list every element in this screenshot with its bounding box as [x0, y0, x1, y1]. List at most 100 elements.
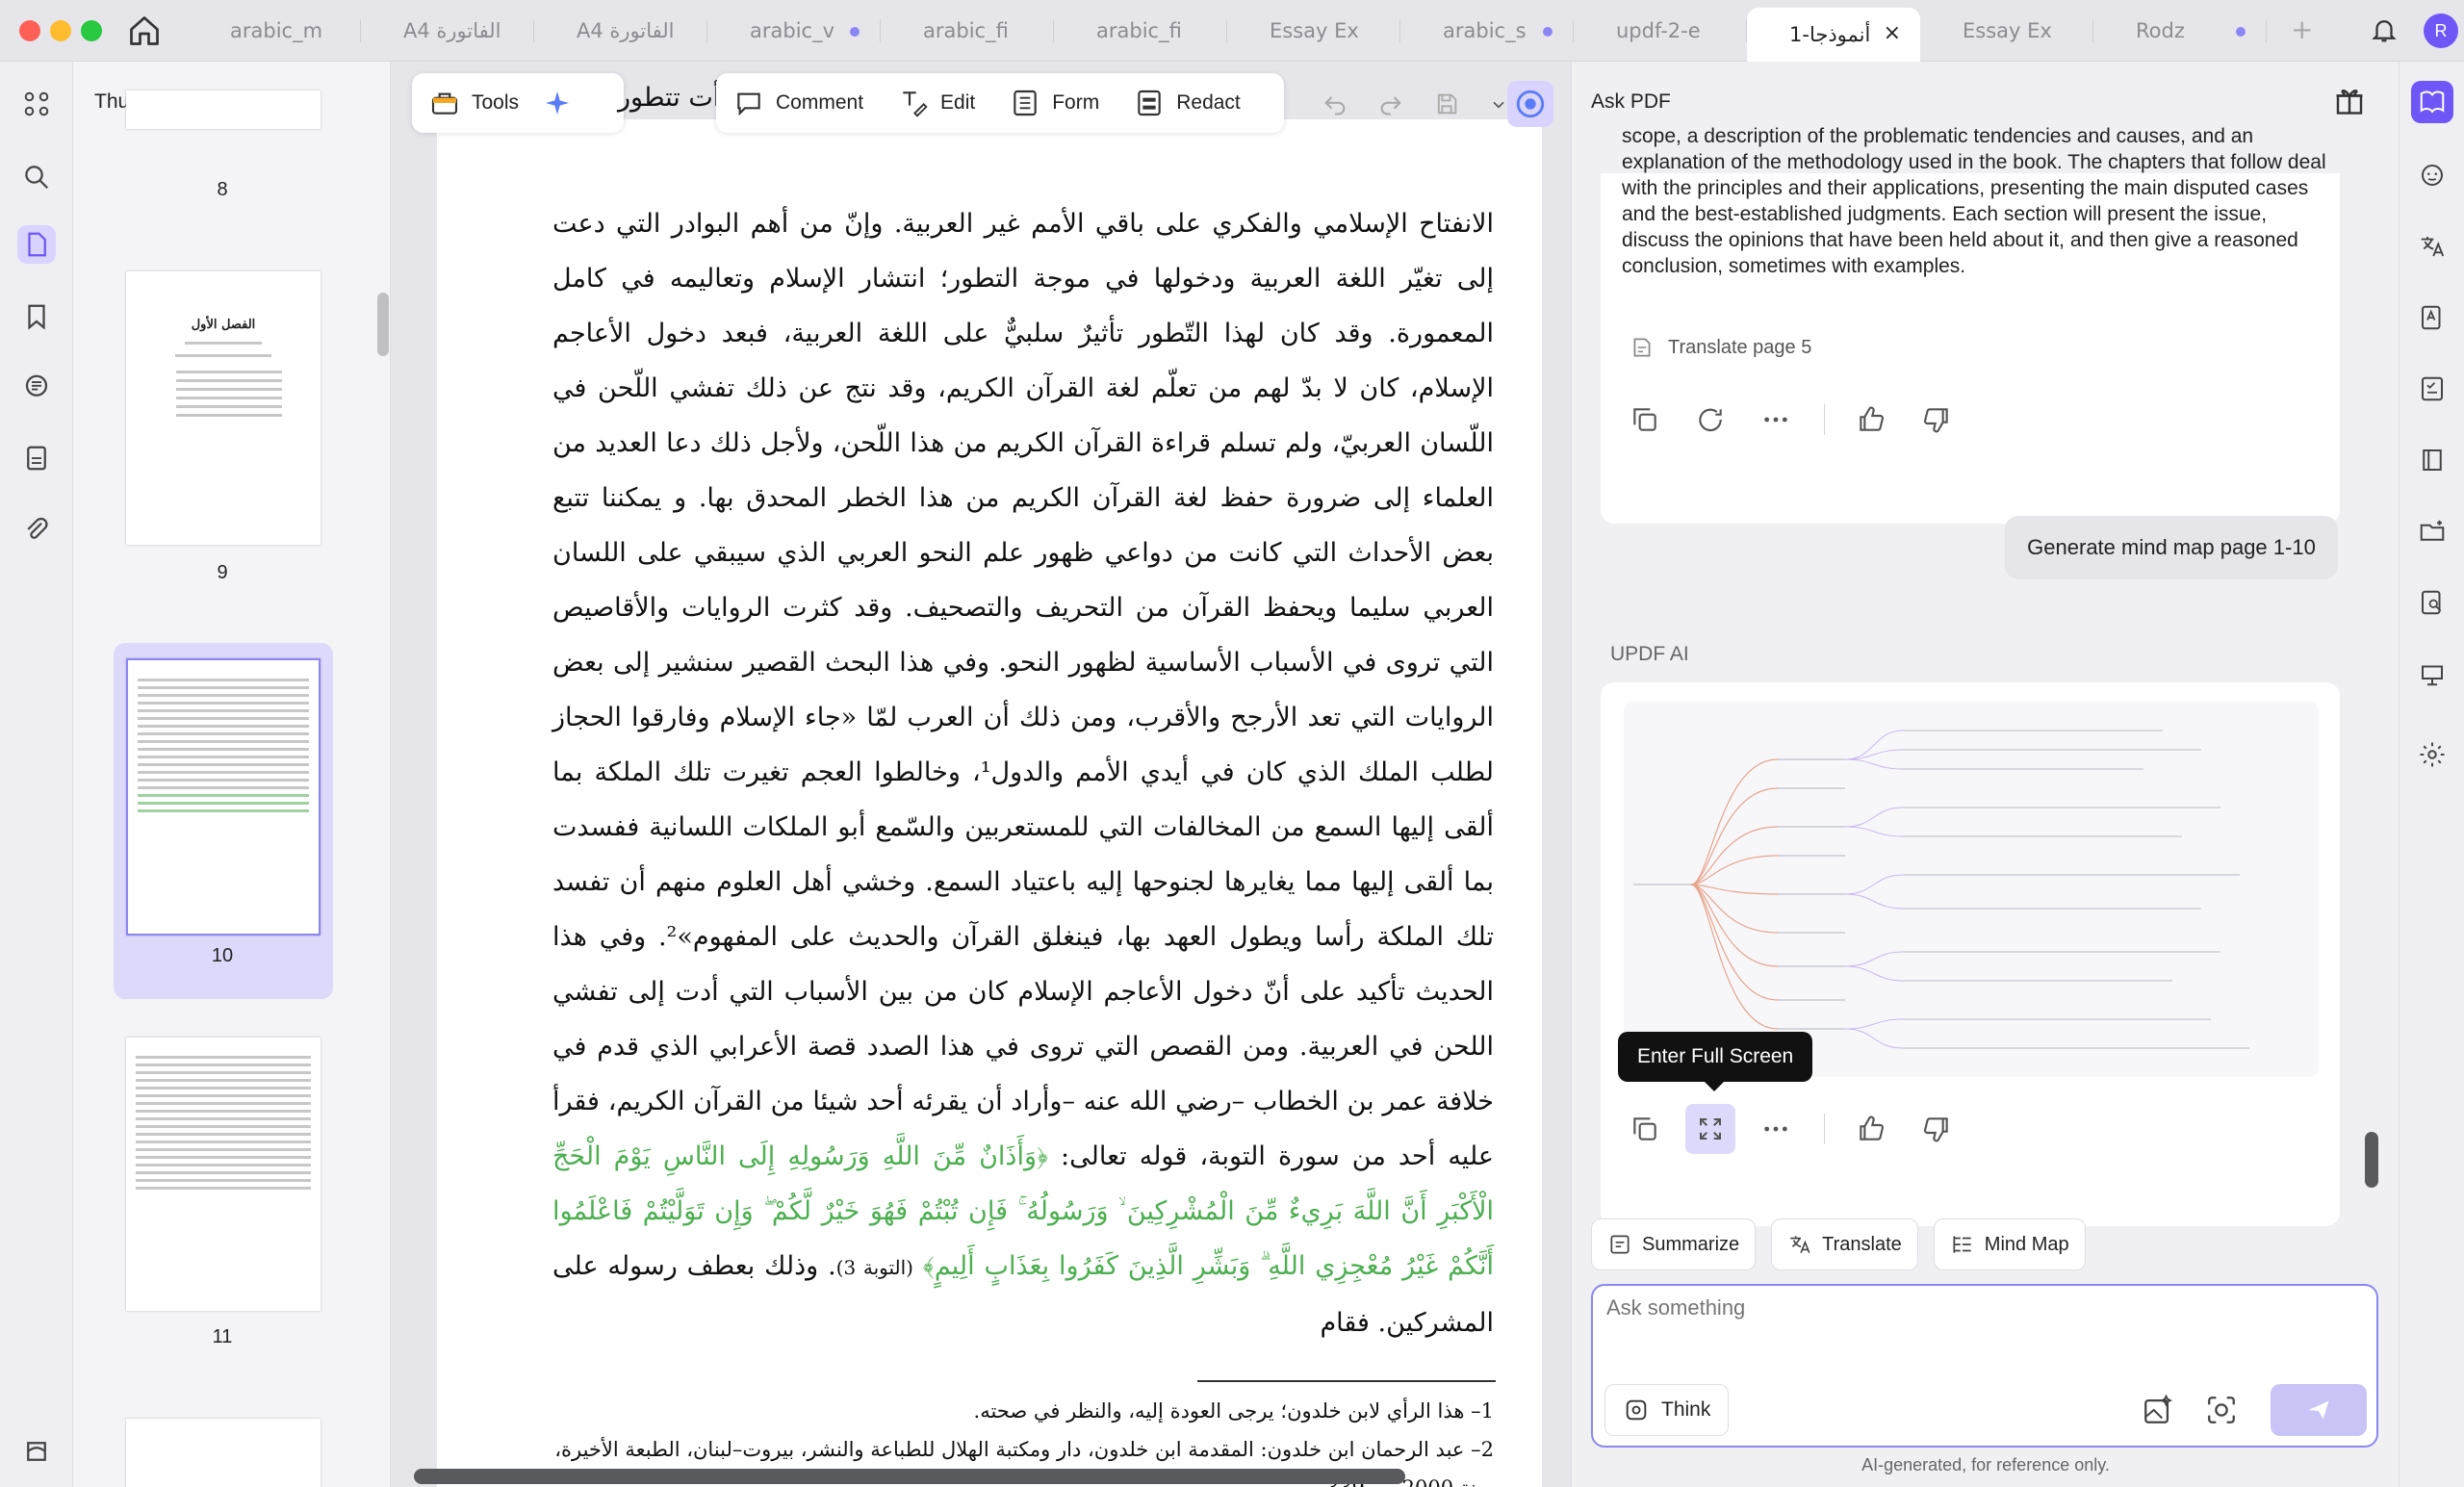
more-options-icon[interactable]: [1758, 402, 1793, 437]
grid-icon[interactable]: [17, 85, 56, 123]
edit-toolbar: Tools أت تتطور Comment Edit Form Redact: [412, 69, 1557, 137]
redo-icon[interactable]: [1377, 90, 1404, 117]
bookmark-icon[interactable]: [17, 297, 56, 336]
tab-9[interactable]: أنموذجا-1 ×: [1747, 8, 1920, 62]
translate-button[interactable]: Translate: [1771, 1218, 1918, 1270]
edit-button[interactable]: Edit: [881, 73, 992, 133]
panel-title: Ask PDF: [1591, 90, 1671, 113]
tab-4[interactable]: arabic_fi: [881, 8, 1054, 54]
mind-map-preview[interactable]: [1624, 702, 2319, 1077]
thumbnail-page-10[interactable]: [126, 658, 321, 936]
image-generate-icon[interactable]: [2142, 1394, 2174, 1430]
tab-8[interactable]: updf-2-e: [1574, 8, 1747, 54]
maximize-window-button[interactable]: [81, 20, 102, 41]
tab-label: arabic_m: [230, 19, 323, 42]
thumbnail-chapter-title: الفصل الأول: [191, 318, 256, 332]
tab-1[interactable]: A4 الفاتورة: [361, 8, 534, 54]
tab-label: arabic_fi: [1096, 19, 1182, 42]
tab-10[interactable]: Essay Ex: [1920, 8, 2093, 54]
tab-label: A4 الفاتورة: [403, 19, 501, 42]
thumbs-up-icon[interactable]: [1854, 1112, 1888, 1146]
think-toggle[interactable]: Think: [1604, 1384, 1730, 1436]
document-horizontal-scrollbar[interactable]: [414, 1469, 1405, 1484]
thumbnail-label: 11: [212, 1326, 233, 1347]
thumbs-up-icon[interactable]: [1854, 402, 1888, 437]
layers-icon[interactable]: [17, 1432, 56, 1471]
mind-map-button[interactable]: Mind Map: [1933, 1218, 2086, 1270]
title-bar: arabic_m A4 الفاتورة A4 الفاتورة arabic_v ar…: [0, 0, 2464, 62]
thumbnail-page-9[interactable]: الفصل الأول: [126, 271, 321, 545]
send-button[interactable]: [2271, 1384, 2367, 1436]
thumbs-down-icon[interactable]: [1919, 1112, 1954, 1146]
tab-3[interactable]: arabic_v: [707, 8, 881, 54]
home-icon[interactable]: [127, 13, 162, 48]
ai-assistant-button[interactable]: [1507, 81, 1553, 127]
presentation-icon[interactable]: [2411, 653, 2453, 695]
close-window-button[interactable]: [19, 20, 40, 41]
unsaved-dot-icon: [2236, 27, 2246, 37]
comment-button[interactable]: Comment: [716, 73, 881, 133]
copy-icon[interactable]: [1628, 402, 1662, 437]
search-document-icon[interactable]: [2411, 581, 2453, 624]
thumbnail-page-8[interactable]: [126, 90, 321, 129]
tools-button[interactable]: Tools: [412, 73, 536, 133]
form-fill-icon[interactable]: [2411, 368, 2453, 410]
folder-add-icon[interactable]: [2411, 510, 2453, 552]
ocr-icon[interactable]: [2411, 296, 2453, 339]
fullscreen-icon[interactable]: [1685, 1104, 1735, 1154]
enter-full-screen-tooltip: Enter Full Screen: [1618, 1032, 1813, 1091]
undo-icon[interactable]: [1322, 90, 1348, 117]
save-icon[interactable]: [1433, 90, 1460, 117]
tools-group: Tools: [412, 73, 624, 133]
summarize-button[interactable]: Summarize: [1591, 1218, 1757, 1270]
gift-icon[interactable]: [2332, 83, 2367, 121]
regenerate-icon[interactable]: [1693, 402, 1728, 437]
tab-7[interactable]: arabic_s: [1400, 8, 1574, 54]
thumbnail-page-11[interactable]: [126, 1038, 321, 1311]
form-button[interactable]: Form: [992, 73, 1116, 133]
close-tab-icon[interactable]: ×: [1884, 21, 1901, 45]
settings-gear-icon[interactable]: [2411, 733, 2453, 776]
mind-map-graphic: [1633, 730, 2249, 1049]
copy-icon[interactable]: [1628, 1112, 1662, 1146]
pages-icon[interactable]: [17, 225, 56, 264]
minimize-window-button[interactable]: [50, 20, 71, 41]
translate-page-link[interactable]: Translate page 5: [1630, 335, 1811, 360]
ai-sparkle-button[interactable]: [536, 73, 578, 133]
thumbnail-label: 9: [217, 562, 228, 583]
unsaved-dot-icon: [850, 27, 860, 37]
tab-0[interactable]: arabic_m: [188, 8, 361, 54]
tab-label: arabic_v: [750, 19, 835, 42]
tab-5[interactable]: arabic_fi: [1054, 8, 1227, 54]
tab-11[interactable]: Rodz: [2093, 8, 2267, 54]
tab-2[interactable]: A4 الفاتورة: [534, 8, 707, 54]
thumbs-down-icon[interactable]: [1919, 402, 1954, 437]
more-options-icon[interactable]: [1758, 1112, 1793, 1146]
search-icon[interactable]: [17, 158, 56, 196]
attachment-icon[interactable]: [17, 510, 56, 549]
tab-separator: [2266, 19, 2267, 42]
form-icon: [1014, 90, 1037, 116]
ai-sender-label: UPDF AI: [1610, 643, 1689, 665]
action-divider: [1824, 1114, 1825, 1144]
thumbnail-page-12[interactable]: [126, 1419, 321, 1487]
chevron-down-icon[interactable]: [1489, 90, 1508, 117]
tab-6[interactable]: Essay Ex: [1227, 8, 1400, 54]
screenshot-icon[interactable]: [2205, 1394, 2238, 1430]
chat-scrollbar[interactable]: [2365, 1132, 2378, 1188]
thumbnails-scrollbar[interactable]: [377, 293, 389, 356]
translate-icon[interactable]: [2411, 225, 2453, 268]
comment-icon: [737, 92, 760, 116]
answer-actions: [1628, 402, 1985, 437]
ask-pdf-tab-icon[interactable]: [2411, 81, 2453, 123]
redact-button[interactable]: Redact: [1116, 73, 1258, 133]
bell-icon[interactable]: [2370, 15, 2399, 44]
ask-input[interactable]: [1606, 1295, 2357, 1372]
previous-answer-text: scope, a description of the problematic …: [1622, 125, 2326, 277]
book-icon[interactable]: [2411, 439, 2453, 481]
new-tab-button[interactable]: +: [2291, 13, 2313, 45]
ai-chat-icon[interactable]: [2411, 154, 2453, 196]
comments-icon[interactable]: [17, 368, 56, 406]
user-avatar[interactable]: R: [2424, 13, 2458, 48]
document-icon[interactable]: [17, 439, 56, 477]
